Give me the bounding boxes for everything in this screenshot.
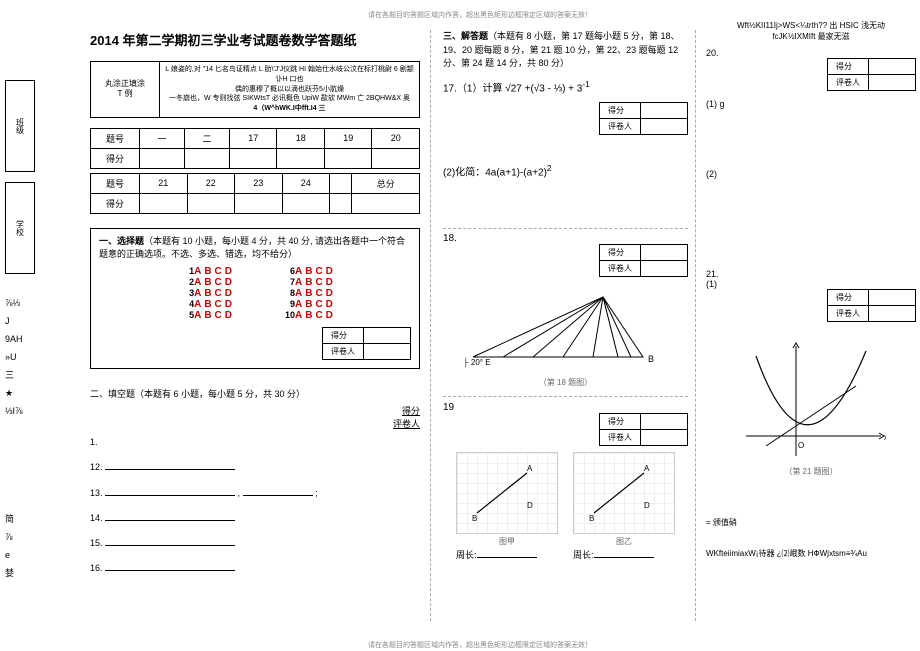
col3-footer: WKfteiimiaxW¡待器 ¿⑵峨数 HФWjxtsm≡¾Au: [706, 548, 916, 559]
col3-top-1: Wft½KII11Ij>WS<¼trth?? 出 HSIC 浅无动: [706, 20, 916, 31]
fill-item: 14.: [90, 513, 103, 523]
margin-box-school: 学校: [5, 182, 35, 274]
q18-figure: ├ 20° E B: [443, 277, 673, 377]
section-1-heading: 一、选择题（本题有 10 小题，每小题 4 分，共 40 分, 请选出各题中一个…: [99, 235, 411, 260]
q21-caption: （第 21 题图）: [706, 466, 916, 477]
mc-column-right: 6ABCD 7ABCD 8ABCD 9ABCD 10ABCD: [275, 266, 336, 321]
svg-text:O: O: [798, 441, 804, 450]
margin-box-class: 班级: [5, 80, 35, 172]
svg-text:B: B: [472, 514, 477, 523]
q19-figures: A B D 图甲 周长: A B D 图乙: [443, 452, 688, 561]
score-mini-21: 得分 评卷人: [827, 289, 916, 322]
col3-note: = 颁值硝: [706, 517, 916, 528]
q19-num: 19: [443, 402, 688, 413]
table-row: 得分: [91, 193, 420, 213]
q21-figure: O x: [736, 336, 886, 466]
q18-num: 18.: [443, 233, 688, 244]
fill-item: 16.: [90, 563, 103, 573]
fill-item: 12.: [90, 462, 103, 472]
column-2: 三、解答题（本题有 8 小题，第 17 题每小题 5 分，第 18、19、20 …: [443, 30, 688, 561]
column-separator-2: [695, 30, 696, 621]
page-title: 2014 年第二学期初三学业考试题卷数学答题纸: [90, 30, 420, 49]
bottom-note: 请在各题目的答题区域内作答，超出黑色矩形边框限定区域的答案无效！: [300, 640, 660, 650]
top-note-left: 请在各题目的答题区域内作答，超出黑色矩形边框限定区域的答案无效！: [300, 10, 660, 20]
score-mini-18: 得分 评卷人: [599, 244, 688, 277]
margin-side-text-2: 简 ⅞ e 婪: [5, 510, 65, 582]
q20-sub2: (2): [706, 169, 916, 179]
column-3: Wft½KII11Ij>WS<¼trth?? 出 HSIC 浅无动 fcJK½I…: [706, 20, 916, 559]
q19-grid-yi: A B D: [573, 452, 675, 534]
svg-text:├ 20° E: ├ 20° E: [463, 357, 491, 368]
instruction-box: 丸涂正填涂 T 例 L 娘姿的,对 "14 匕名鸟证精点 L 肋\'J'J仪跳 …: [90, 61, 420, 118]
svg-text:D: D: [527, 501, 533, 510]
q18-caption: （第 18 题图）: [443, 377, 688, 388]
q19-grid-jia: A B D: [456, 452, 558, 534]
svg-text:B: B: [648, 354, 654, 364]
fill-item: 15.: [90, 538, 103, 548]
svg-text:D: D: [644, 501, 650, 510]
fill-item: 13.: [90, 488, 103, 498]
score-mini-17: 得分 评卷人: [599, 102, 688, 135]
margin-side-text: ⅞⅓ J 9AH »U 三 ★ ⅓I⅞: [5, 294, 65, 420]
mc-column-left: 1ABCD 2ABCD 3ABCD 4ABCD 5ABCD: [174, 266, 235, 321]
fill-item: 1.: [90, 437, 98, 447]
q20-sub1: (1) g: [706, 99, 916, 109]
svg-text:x: x: [884, 433, 886, 442]
q17b: (2)化简：4a(a+1)-(a+2)2: [443, 163, 688, 178]
score-mini-1: 得分 评卷人: [322, 327, 411, 360]
section-3-heading: 三、解答题（本题有 8 小题，第 17 题每小题 5 分，第 18、19、20 …: [443, 30, 688, 71]
svg-text:A: A: [644, 464, 650, 473]
section-1-box: 一、选择题（本题有 10 小题，每小题 4 分，共 40 分, 请选出各题中一个…: [90, 228, 420, 369]
score-mini-19: 得分 评卷人: [599, 413, 688, 446]
section-2-heading: 二、填空题（本题有 6 小题，每小题 5 分，共 30 分）: [90, 389, 305, 399]
table-row: 得分: [91, 148, 420, 168]
q21-sub: (1): [706, 279, 916, 289]
table-row: 题号 2122 2324 总分: [91, 173, 420, 193]
instruction-text: L 娘姿的,对 "14 匕名鸟证精点 L 肋\'J'J仪跳 HI 翰始仕水岐公汶…: [160, 62, 420, 118]
q20-num: 20.: [706, 48, 916, 58]
table-row: 题号 一二 1718 1920: [91, 128, 420, 148]
svg-text:A: A: [527, 464, 533, 473]
section-2: 二、填空题（本题有 6 小题，每小题 5 分，共 30 分） 得分 评卷人 1.…: [90, 387, 420, 581]
fill-example-label: 丸涂正填涂 T 例: [91, 62, 160, 118]
score-table-2: 题号 2122 2324 总分 得分: [90, 173, 420, 214]
score-mini-20: 得分 评卷人: [827, 58, 916, 91]
q17: 17.（1）计算 √27 +(√3 - ⅓) + 3-1: [443, 79, 688, 94]
binding-margin: 班级 学校 ⅞⅓ J 9AH »U 三 ★ ⅓I⅞ 简 ⅞ e 婪: [5, 80, 65, 582]
score-table-1: 题号 一二 1718 1920 得分: [90, 128, 420, 169]
q21-num: 21.: [706, 269, 916, 279]
column-1: 2014 年第二学期初三学业考试题卷数学答题纸 丸涂正填涂 T 例 L 娘姿的,…: [90, 30, 420, 581]
column-separator-1: [430, 30, 431, 621]
fill-blank-list: 1. 12. 13. , ; 14. 15. 16.: [90, 430, 420, 581]
col3-top-2: fcJK½IXMIft 最家无滋: [706, 31, 916, 42]
svg-text:B: B: [589, 514, 594, 523]
